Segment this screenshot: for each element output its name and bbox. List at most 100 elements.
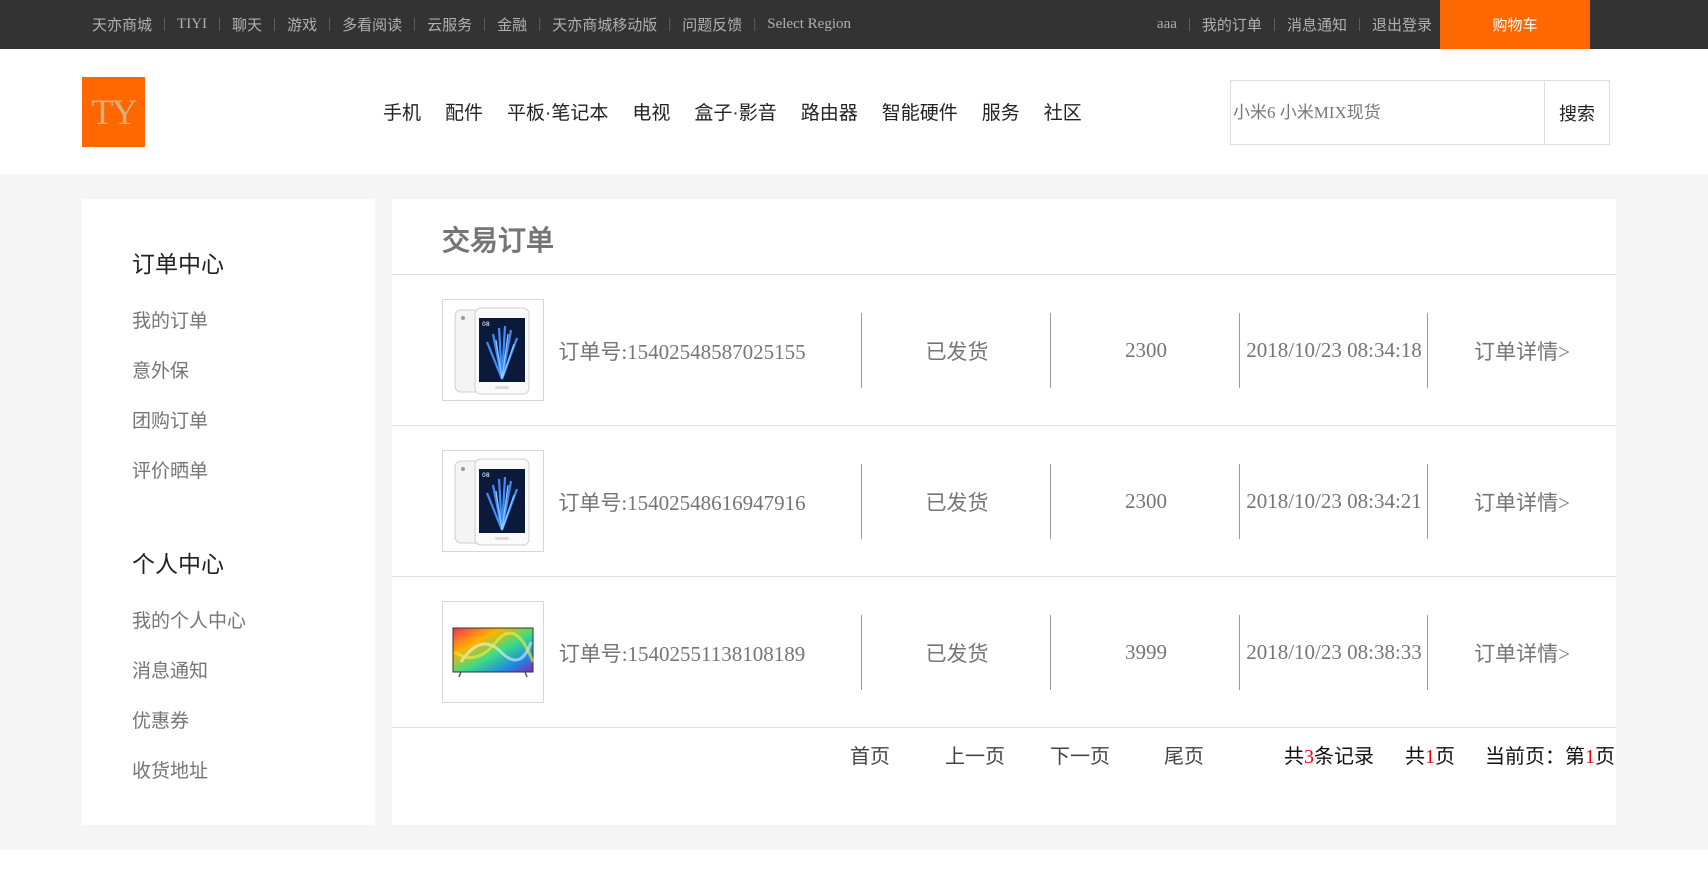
main-nav: 手机 配件 平板·笔记本 电视 盒子·影音 路由器 智能硬件 服务 社区 xyxy=(383,49,1106,174)
top-link-finance[interactable]: 金融 xyxy=(497,14,527,35)
separator: | xyxy=(483,16,487,32)
order-amount: 3999 xyxy=(1125,640,1167,664)
separator: | xyxy=(163,16,167,32)
site-logo[interactable]: TY xyxy=(82,77,145,147)
order-number: 订单号:15402551138108189 xyxy=(558,641,806,666)
nav-item-tablets[interactable]: 平板·笔记本 xyxy=(507,98,608,125)
logo-text: TY xyxy=(91,92,138,132)
username-link[interactable]: aaa xyxy=(1157,16,1177,33)
logout-link[interactable]: 退出登录 xyxy=(1372,14,1432,35)
current-prefix: 当前页：第 xyxy=(1485,746,1585,768)
separator: | xyxy=(328,16,332,32)
top-link-feedback[interactable]: 问题反馈 xyxy=(682,14,742,35)
order-detail-link[interactable]: 订单详情> xyxy=(1428,426,1616,577)
nav-item-boxes[interactable]: 盒子·影音 xyxy=(694,98,776,125)
search-input[interactable] xyxy=(1230,80,1545,145)
separator: | xyxy=(668,16,672,32)
pages-count: 1 xyxy=(1425,746,1435,768)
sidebar: 订单中心 我的订单 意外保 团购订单 评价晒单 个人中心 我的个人中心 消息通知… xyxy=(82,199,375,825)
next-page-link[interactable]: 下一页 xyxy=(1050,740,1110,769)
my-orders-link[interactable]: 我的订单 xyxy=(1202,14,1262,35)
top-links: 天亦商城 | TIYI | 聊天 | 游戏 | 多看阅读 | 云服务 | 金融 | 天亦商城移… xyxy=(92,0,851,49)
order-status: 已发货 xyxy=(925,490,989,515)
user-links: aaa | 我的订单 | 消息通知 | 退出登录 xyxy=(1157,0,1432,49)
top-link-mall[interactable]: 天亦商城 xyxy=(92,14,152,35)
order-time: 2018/10/23 08:34:18 xyxy=(1246,338,1422,362)
nav-item-community[interactable]: 社区 xyxy=(1044,98,1082,125)
total-pages: 共1页 xyxy=(1405,740,1455,769)
product-thumbnail[interactable]: 08 xyxy=(442,450,544,552)
cart-button[interactable]: 购物车 xyxy=(1440,0,1590,49)
sidebar-item-coupons[interactable]: 优惠券 xyxy=(132,697,246,747)
current-suffix: 页 xyxy=(1595,746,1615,768)
sidebar-item-messages[interactable]: 消息通知 xyxy=(132,647,246,697)
separator: | xyxy=(1272,16,1276,32)
last-page-link[interactable]: 尾页 xyxy=(1164,740,1204,769)
order-amount: 2300 xyxy=(1125,489,1167,513)
sidebar-item-addresses[interactable]: 收货地址 xyxy=(132,747,246,797)
sidebar-item-insurance[interactable]: 意外保 xyxy=(132,347,224,397)
sidebar-item-reviews[interactable]: 评价晒单 xyxy=(132,447,224,497)
order-status: 已发货 xyxy=(925,339,989,364)
order-number: 订单号:15402548616947916 xyxy=(558,490,806,515)
order-amount: 2300 xyxy=(1125,338,1167,362)
personal-center-title: 个人中心 xyxy=(132,551,224,577)
pagination: 首页 上一页 下一页 尾页 共3条记录 共1页 当前页：第1页 xyxy=(392,740,1616,780)
top-link-tiyi[interactable]: TIYI xyxy=(177,16,207,33)
nav-item-phones[interactable]: 手机 xyxy=(383,98,421,125)
nav-item-services[interactable]: 服务 xyxy=(982,98,1020,125)
separator: | xyxy=(538,16,542,32)
nav-item-routers[interactable]: 路由器 xyxy=(801,98,858,125)
site-header: TY 手机 配件 平板·笔记本 电视 盒子·影音 路由器 智能硬件 服务 社区 … xyxy=(0,49,1708,174)
pages-suffix: 页 xyxy=(1435,746,1455,768)
top-link-games[interactable]: 游戏 xyxy=(287,14,317,35)
order-status: 已发货 xyxy=(925,641,989,666)
phone-image: 08 xyxy=(454,307,530,395)
top-link-cloud[interactable]: 云服务 xyxy=(427,14,472,35)
product-thumbnail[interactable]: 08 xyxy=(442,299,544,401)
separator: | xyxy=(273,16,277,32)
search-button[interactable]: 搜索 xyxy=(1545,80,1610,145)
separator: | xyxy=(413,16,417,32)
product-thumbnail[interactable] xyxy=(442,601,544,703)
top-bar: 天亦商城 | TIYI | 聊天 | 游戏 | 多看阅读 | 云服务 | 金融 | 天亦商城移… xyxy=(0,0,1708,49)
notifications-link[interactable]: 消息通知 xyxy=(1287,14,1347,35)
top-link-mobile[interactable]: 天亦商城移动版 xyxy=(552,14,657,35)
separator: | xyxy=(218,16,222,32)
phone-image: 08 xyxy=(454,458,530,546)
separator: | xyxy=(1187,16,1191,32)
orders-panel: 交易订单 08 订单号:15402548587025155 已发货 2300 2… xyxy=(392,199,1616,825)
nav-item-smart-hardware[interactable]: 智能硬件 xyxy=(882,98,958,125)
prev-page-link[interactable]: 上一页 xyxy=(945,740,1005,769)
separator: | xyxy=(753,16,757,32)
personal-center-group: 个人中心 我的个人中心 消息通知 优惠券 收货地址 xyxy=(132,545,246,797)
tv-image xyxy=(452,627,535,678)
svg-text:08: 08 xyxy=(482,472,490,479)
order-detail-link[interactable]: 订单详情> xyxy=(1428,275,1616,426)
svg-text:08: 08 xyxy=(482,321,490,328)
first-page-link[interactable]: 首页 xyxy=(850,740,890,769)
pages-prefix: 共 xyxy=(1405,746,1425,768)
separator: | xyxy=(1357,16,1361,32)
order-row: 08 订单号:15402548616947916 已发货 2300 2018/1… xyxy=(392,426,1616,577)
sidebar-item-group-orders[interactable]: 团购订单 xyxy=(132,397,224,447)
total-suffix: 条记录 xyxy=(1314,746,1374,768)
order-detail-link[interactable]: 订单详情> xyxy=(1428,577,1616,728)
order-center-title: 订单中心 xyxy=(132,251,224,277)
top-link-chat[interactable]: 聊天 xyxy=(232,14,262,35)
page-title: 交易订单 xyxy=(442,225,555,256)
nav-item-accessories[interactable]: 配件 xyxy=(445,98,483,125)
order-time: 2018/10/23 08:38:33 xyxy=(1246,640,1422,664)
top-link-region[interactable]: Select Region xyxy=(767,16,851,33)
order-number: 订单号:15402548587025155 xyxy=(558,339,806,364)
sidebar-item-my-orders[interactable]: 我的订单 xyxy=(132,297,224,347)
top-link-reading[interactable]: 多看阅读 xyxy=(342,14,402,35)
order-center-group: 订单中心 我的订单 意外保 团购订单 评价晒单 xyxy=(132,245,224,497)
order-row: 08 订单号:15402548587025155 已发货 2300 2018/1… xyxy=(392,275,1616,426)
total-prefix: 共 xyxy=(1284,746,1304,768)
nav-item-tv[interactable]: 电视 xyxy=(632,98,670,125)
order-time: 2018/10/23 08:34:21 xyxy=(1246,489,1422,513)
total-count: 3 xyxy=(1304,746,1314,768)
sidebar-item-personal-center[interactable]: 我的个人中心 xyxy=(132,597,246,647)
current-page-number: 1 xyxy=(1585,746,1595,768)
